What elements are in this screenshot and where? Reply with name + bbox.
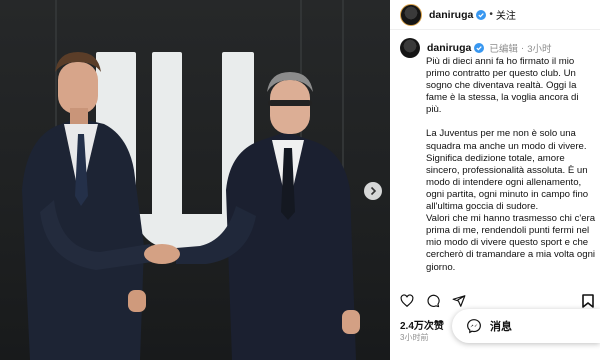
likes-count[interactable]: 2.4万次赞 bbox=[400, 317, 444, 332]
follow-button[interactable]: 关注 bbox=[496, 7, 516, 22]
post-sidebar: daniruga • 关注 daniruga 已编辑 · 3小时 Più di … bbox=[390, 0, 600, 360]
share-icon[interactable] bbox=[452, 294, 466, 308]
caption-paragraph: Valori che mi hanno trasmesso chi c'era … bbox=[426, 213, 596, 273]
caption-avatar[interactable] bbox=[400, 38, 420, 58]
caption-text: Più di dieci anni fa ho firmato il mio p… bbox=[426, 56, 596, 274]
action-bar bbox=[400, 294, 466, 308]
comment-icon[interactable] bbox=[426, 294, 440, 308]
caption-paragraph: Significa dedizione totale, amore sincer… bbox=[426, 152, 589, 213]
messages-button[interactable]: 消息 bbox=[452, 309, 600, 343]
separator-dot: • bbox=[489, 9, 493, 20]
two-men-shaking-hands bbox=[22, 52, 360, 360]
caption-paragraph: Più di dieci anni fa ho firmato il mio p… bbox=[426, 56, 579, 116]
bookmark-icon bbox=[582, 294, 594, 308]
caption-paragraph: La Juventus per me non è solo una squadr… bbox=[426, 128, 587, 152]
messages-label: 消息 bbox=[490, 321, 512, 333]
author-username[interactable]: daniruga bbox=[429, 9, 473, 21]
verified-badge-icon bbox=[476, 9, 487, 20]
post-time: 3小时 bbox=[527, 44, 552, 55]
chevron-right-icon bbox=[370, 186, 377, 196]
post-header: daniruga • 关注 bbox=[390, 0, 600, 30]
caption-username[interactable]: daniruga bbox=[427, 42, 471, 54]
next-photo-button[interactable] bbox=[364, 182, 382, 200]
post-date: 3小时前 bbox=[400, 333, 429, 342]
heart-icon[interactable] bbox=[400, 294, 414, 308]
verified-badge-icon bbox=[474, 43, 485, 53]
author-avatar[interactable] bbox=[400, 3, 422, 26]
separator-dot: · bbox=[520, 42, 525, 54]
post-photo[interactable] bbox=[0, 0, 390, 360]
caption-header: daniruga 已编辑 · 3小时 bbox=[400, 38, 600, 58]
messenger-icon bbox=[467, 319, 481, 334]
edited-label: 已编辑 bbox=[489, 44, 518, 55]
caption-section: daniruga 已编辑 · 3小时 Più di dieci anni fa … bbox=[390, 38, 600, 286]
